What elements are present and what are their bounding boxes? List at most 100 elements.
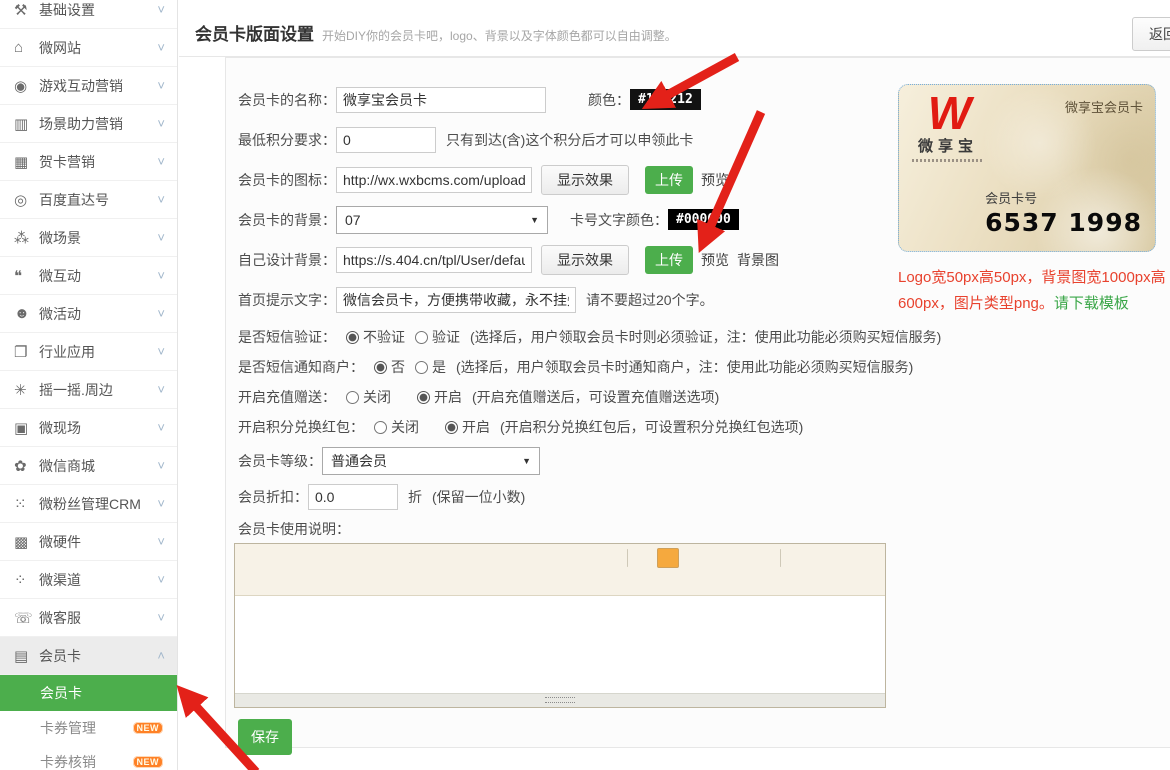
icon-upload-button[interactable]: 上传 bbox=[645, 166, 693, 194]
sidebar-item-wechat-mall[interactable]: ✿ 微信商城 ˅ bbox=[0, 447, 177, 485]
source-icon[interactable] bbox=[240, 548, 262, 568]
chevron-icon: ˅ bbox=[157, 344, 165, 359]
align-left-icon[interactable] bbox=[786, 548, 808, 568]
editor-content[interactable] bbox=[235, 596, 885, 693]
paste-word-icon[interactable] bbox=[360, 548, 382, 568]
sidebar-item-fans-crm[interactable]: ⁙ 微粉丝管理CRM ˅ bbox=[0, 485, 177, 523]
sms-verify-hint: (选择后，用户领取会员卡时则必须验证，注：使用此功能必须购买短信服务) bbox=[470, 327, 941, 347]
editor-resize-handle[interactable] bbox=[235, 693, 885, 707]
insert-hr-icon[interactable] bbox=[753, 548, 775, 568]
sms-verify-radio-no[interactable] bbox=[346, 331, 359, 344]
sidebar: ⚒ 基础设置 ˅ ⌂ 微网站 ˅ ◉ 游戏互动营销 ˅ ▥ 场景助力营销 ˅ ▦… bbox=[0, 0, 178, 770]
bg-preview-link[interactable]: 预览 bbox=[701, 250, 729, 270]
subscript-icon[interactable] bbox=[528, 548, 550, 568]
superscript-icon[interactable] bbox=[552, 548, 574, 568]
sidebar-item-micro-live[interactable]: ▣ 微现场 ˅ bbox=[0, 409, 177, 447]
recharge-gift-radio-off[interactable] bbox=[346, 391, 359, 404]
toolbar-separator[interactable] bbox=[780, 549, 781, 567]
indent-icon[interactable] bbox=[576, 548, 598, 568]
toolbar-separator[interactable] bbox=[627, 549, 628, 567]
card-level-select[interactable]: 普通会员 ▼ bbox=[322, 447, 540, 475]
sms-notify-option-yes[interactable]: 是 bbox=[432, 357, 446, 377]
recharge-gift-radio-on[interactable] bbox=[417, 391, 430, 404]
save-button[interactable]: 保存 bbox=[238, 719, 292, 755]
italic-icon[interactable] bbox=[705, 548, 727, 568]
card-background-select[interactable]: 07 ▼ bbox=[336, 206, 548, 234]
card-text-color-swatch[interactable]: #000000 bbox=[668, 209, 739, 230]
sidebar-item-label: 游戏互动营销 bbox=[39, 76, 157, 96]
icon-preview-link[interactable]: 预览 bbox=[701, 170, 729, 190]
sidebar-item-micro-website[interactable]: ⌂ 微网站 ˅ bbox=[0, 29, 177, 67]
sidebar-item-micro-scene[interactable]: ⁂ 微场景 ˅ bbox=[0, 219, 177, 257]
mall-icon: ✿ bbox=[14, 457, 39, 475]
sidebar-item-customer-service[interactable]: ☏ 微客服 ˅ bbox=[0, 599, 177, 637]
card-icon-input[interactable] bbox=[336, 167, 532, 193]
outdent-icon[interactable] bbox=[600, 548, 622, 568]
redo-icon[interactable] bbox=[288, 548, 310, 568]
sidebar-subitem-member-card[interactable]: 会员卡 bbox=[0, 675, 177, 711]
format-clear-icon[interactable] bbox=[408, 548, 430, 568]
sidebar-item-micro-interact[interactable]: ❝ 微互动 ˅ bbox=[0, 257, 177, 295]
link-icon[interactable] bbox=[288, 571, 310, 591]
format-brush-icon[interactable] bbox=[384, 548, 406, 568]
font-family-icon[interactable] bbox=[480, 548, 502, 568]
sidebar-subitem-coupon-verify[interactable]: 卡券核销 NEW bbox=[0, 745, 177, 770]
custom-background-input[interactable] bbox=[336, 247, 532, 273]
sidebar-item-micro-hardware[interactable]: ▩ 微硬件 ˅ bbox=[0, 523, 177, 561]
points-redpacket-option-on[interactable]: 开启 bbox=[462, 417, 490, 437]
font-color-icon[interactable] bbox=[633, 548, 655, 568]
name-color-label: 颜色： bbox=[588, 90, 630, 110]
sidebar-item-micro-activity[interactable]: ☻ 微活动 ˅ bbox=[0, 295, 177, 333]
sidebar-item-basic-settings[interactable]: ⚒ 基础设置 ˅ bbox=[0, 0, 177, 29]
recharge-gift-option-on[interactable]: 开启 bbox=[434, 387, 462, 407]
points-redpacket-option-off[interactable]: 关闭 bbox=[391, 417, 419, 437]
sidebar-item-shake-nearby[interactable]: ✳ 摇一摇.周边 ˅ bbox=[0, 371, 177, 409]
home-tip-input[interactable] bbox=[336, 287, 576, 313]
sidebar-item-greeting-card[interactable]: ▦ 贺卡营销 ˅ bbox=[0, 143, 177, 181]
back-button[interactable]: 返回 bbox=[1132, 17, 1170, 51]
sms-notify-radio-yes[interactable] bbox=[415, 361, 428, 374]
icon-show-effect-button[interactable]: 显示效果 bbox=[541, 165, 629, 195]
sms-notify-radio-no[interactable] bbox=[374, 361, 387, 374]
sms-notify-option-no[interactable]: 否 bbox=[391, 357, 405, 377]
bold-icon[interactable] bbox=[681, 548, 703, 568]
points-redpacket-radio-off[interactable] bbox=[374, 421, 387, 434]
sidebar-item-game-marketing[interactable]: ◉ 游戏互动营销 ˅ bbox=[0, 67, 177, 105]
font-size-icon[interactable] bbox=[504, 548, 526, 568]
sidebar-item-member-card[interactable]: ▤ 会员卡 ˄ bbox=[0, 637, 177, 675]
undo-icon[interactable] bbox=[264, 548, 286, 568]
bg-show-effect-button[interactable]: 显示效果 bbox=[541, 245, 629, 275]
discount-input[interactable] bbox=[308, 484, 398, 510]
sidebar-item-baidu-zhida[interactable]: ◎ 百度直达号 ˅ bbox=[0, 181, 177, 219]
member-card-icon: ▤ bbox=[14, 647, 39, 665]
sidebar-item-micro-channel[interactable]: ⁘ 微渠道 ˅ bbox=[0, 561, 177, 599]
page-title: 会员卡版面设置 bbox=[195, 25, 314, 44]
sidebar-item-scene-marketing[interactable]: ▥ 场景助力营销 ˅ bbox=[0, 105, 177, 143]
bg-image-link[interactable]: 背景图 bbox=[737, 250, 779, 270]
download-template-link[interactable]: 请下载模板 bbox=[1054, 295, 1129, 312]
align-center-icon[interactable] bbox=[810, 548, 832, 568]
name-color-swatch[interactable]: #121212 bbox=[630, 89, 701, 110]
highlight-icon[interactable] bbox=[657, 548, 679, 568]
bank-icon: ▥ bbox=[14, 115, 39, 133]
card-name-input[interactable] bbox=[336, 87, 546, 113]
points-redpacket-radio-on[interactable] bbox=[445, 421, 458, 434]
copy-icon[interactable] bbox=[312, 548, 334, 568]
table-delete-icon[interactable] bbox=[456, 548, 478, 568]
sms-verify-option-yes[interactable]: 验证 bbox=[432, 327, 460, 347]
underline-icon[interactable] bbox=[729, 548, 751, 568]
paste-text-icon[interactable] bbox=[336, 548, 358, 568]
select-icon[interactable] bbox=[432, 548, 454, 568]
align-right-icon[interactable] bbox=[834, 548, 856, 568]
bg-upload-button[interactable]: 上传 bbox=[645, 246, 693, 274]
recharge-gift-option-off[interactable]: 关闭 bbox=[363, 387, 391, 407]
min-points-input[interactable] bbox=[336, 127, 436, 153]
sidebar-subitem-coupon-manage[interactable]: 卡券管理 NEW bbox=[0, 711, 177, 745]
bullet-list-icon[interactable] bbox=[264, 571, 286, 591]
sidebar-item-industry-apps[interactable]: ❐ 行业应用 ˅ bbox=[0, 333, 177, 371]
sms-verify-option-no[interactable]: 不验证 bbox=[363, 327, 405, 347]
sms-verify-radio-yes[interactable] bbox=[415, 331, 428, 344]
unlink-icon[interactable] bbox=[312, 571, 334, 591]
form-row-discount: 会员折扣： 折 (保留一位小数) bbox=[238, 482, 898, 512]
ordered-list-icon[interactable] bbox=[240, 571, 262, 591]
